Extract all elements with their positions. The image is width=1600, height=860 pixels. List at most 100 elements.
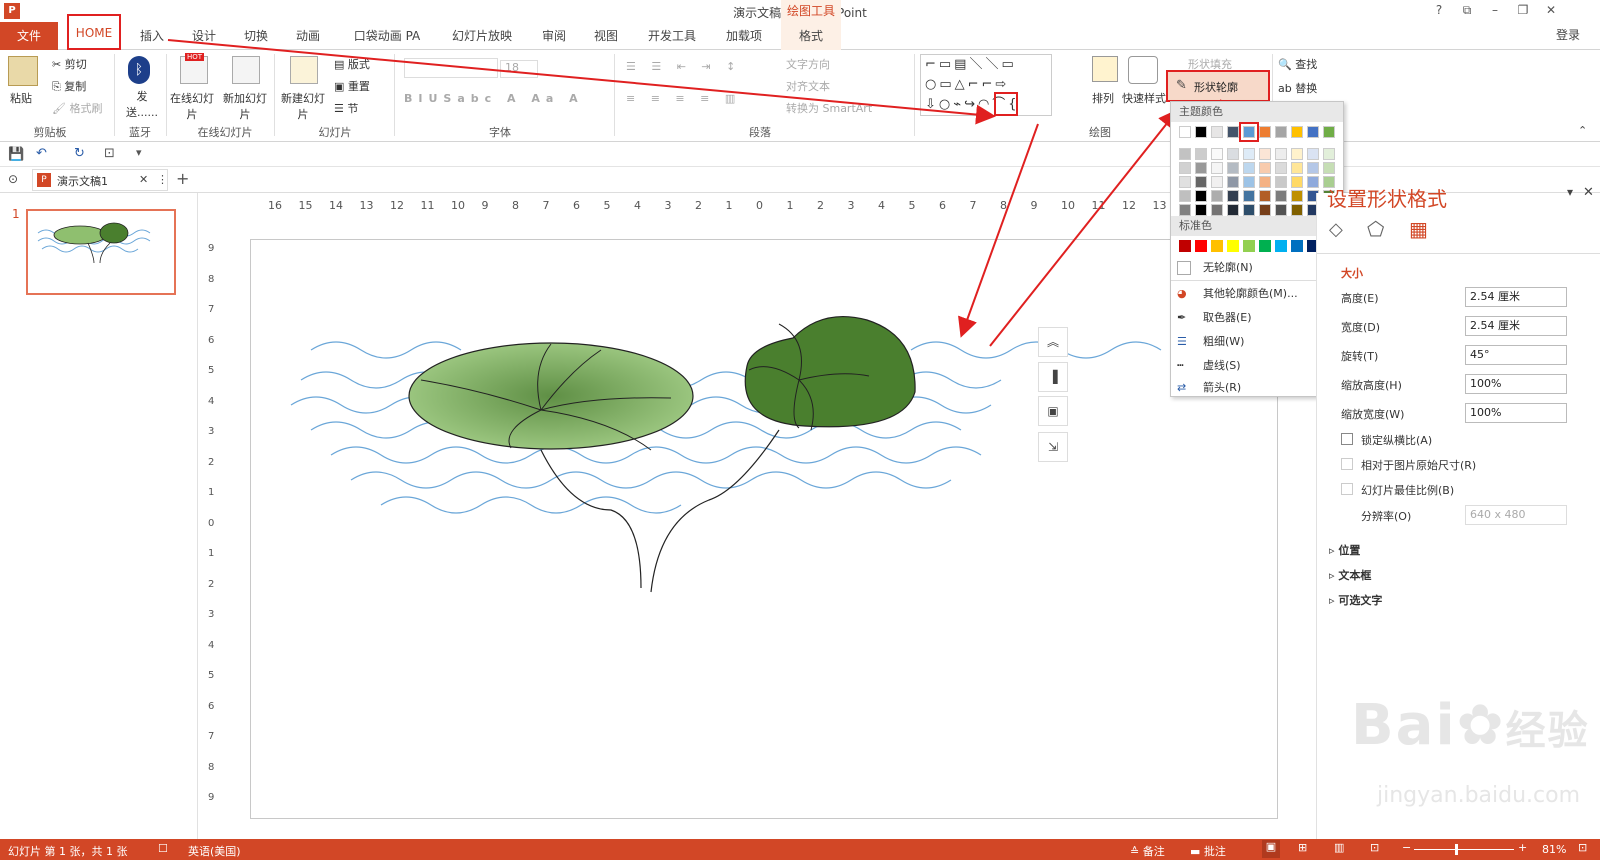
theme-color-swatch[interactable] <box>1179 176 1191 188</box>
width-field[interactable]: 2.54 厘米 <box>1465 316 1567 336</box>
theme-color-swatch[interactable] <box>1227 204 1239 216</box>
standard-color-swatch[interactable] <box>1259 240 1271 252</box>
replace-button[interactable]: ab 替换 <box>1278 80 1317 96</box>
spellcheck-icon[interactable]: ☐ <box>158 842 168 855</box>
theme-color-swatch[interactable] <box>1211 162 1223 174</box>
close-tab-icon[interactable]: ✕ <box>139 173 148 186</box>
theme-color-swatch[interactable] <box>1259 126 1271 138</box>
reset-button[interactable]: ▣ 重置 <box>334 78 370 94</box>
curve-shape-highlight[interactable] <box>994 92 1018 116</box>
theme-color-swatch[interactable] <box>1243 204 1255 216</box>
zoom-level[interactable]: 81% <box>1542 843 1566 856</box>
reading-view-icon[interactable]: ▥ <box>1334 841 1344 854</box>
theme-color-swatch[interactable] <box>1227 162 1239 174</box>
text-direction-button[interactable]: 文字方向 <box>786 56 830 72</box>
copy-button[interactable]: ⎘ 复制 <box>52 78 86 94</box>
standard-color-swatch[interactable] <box>1195 240 1207 252</box>
font-name-select[interactable] <box>404 58 498 78</box>
theme-color-swatch[interactable] <box>1211 126 1223 138</box>
alignment-buttons[interactable]: ≡ ≡ ≡ ≡ ▥ <box>626 92 741 105</box>
theme-color-swatch[interactable] <box>1307 148 1319 160</box>
paste-icon[interactable] <box>8 56 38 86</box>
relative-checkbox[interactable] <box>1341 458 1353 470</box>
bluetooth-icon[interactable]: ᛒ <box>128 56 150 84</box>
close-pane-icon[interactable]: ✕ <box>1583 185 1594 200</box>
theme-color-swatch[interactable] <box>1243 148 1255 160</box>
theme-color-swatch[interactable] <box>1323 162 1335 174</box>
tab-review[interactable]: 审阅 <box>532 22 576 50</box>
theme-color-swatch[interactable] <box>1291 126 1303 138</box>
theme-color-swatch[interactable] <box>1243 176 1255 188</box>
theme-color-swatch[interactable] <box>1291 204 1303 216</box>
standard-color-swatch[interactable] <box>1211 240 1223 252</box>
standard-color-swatch[interactable] <box>1179 240 1191 252</box>
theme-color-swatch[interactable] <box>1195 176 1207 188</box>
paste-button[interactable]: 粘贴 <box>10 90 32 106</box>
smartart-button[interactable]: 转换为 SmartArt <box>786 100 872 116</box>
layout-options-icon[interactable]: ▐ <box>1038 362 1068 392</box>
theme-color-swatch[interactable] <box>1323 126 1335 138</box>
minimize-icon[interactable]: – <box>1486 3 1504 19</box>
online-slides-icon[interactable]: HOT <box>180 53 208 84</box>
theme-color-swatch[interactable] <box>1259 190 1271 202</box>
scale-width-field[interactable]: 100% <box>1465 403 1567 423</box>
normal-view-icon[interactable]: ▣ <box>1262 840 1280 858</box>
theme-color-swatch[interactable] <box>1259 176 1271 188</box>
theme-color-swatch[interactable] <box>1307 176 1319 188</box>
standard-color-swatch[interactable] <box>1227 240 1239 252</box>
send-button[interactable]: 发送...... <box>122 88 162 120</box>
theme-color-swatch[interactable] <box>1179 126 1191 138</box>
slide-thumbnail[interactable] <box>26 209 176 295</box>
theme-color-swatch[interactable] <box>1259 204 1271 216</box>
customize-qat-icon[interactable]: ▾ <box>136 146 142 159</box>
comments-button[interactable]: ▬ 批注 <box>1190 843 1226 859</box>
theme-color-swatch[interactable] <box>1275 148 1287 160</box>
theme-color-swatch[interactable] <box>1275 176 1287 188</box>
zoom-in-icon[interactable]: + <box>1518 841 1527 854</box>
find-button[interactable]: 🔍 查找 <box>1278 56 1317 72</box>
theme-color-swatch[interactable] <box>1291 176 1303 188</box>
standard-color-swatch[interactable] <box>1243 240 1255 252</box>
textbox-section[interactable]: ▹ 文本框 <box>1329 567 1371 583</box>
zoom-slider-thumb[interactable] <box>1455 844 1458 855</box>
theme-color-swatch[interactable] <box>1243 162 1255 174</box>
theme-color-swatch[interactable] <box>1307 126 1319 138</box>
tab-slideshow[interactable]: 幻灯片放映 <box>440 22 524 50</box>
tab-developer[interactable]: 开发工具 <box>636 22 708 50</box>
theme-color-swatch[interactable] <box>1307 162 1319 174</box>
arrange-button[interactable]: 排列 <box>1092 90 1114 106</box>
theme-color-swatch[interactable] <box>1211 204 1223 216</box>
shapes-gallery[interactable]: ⌐▭▤＼＼▭ ○▭△⌐⌐⇨ ⇩○⌁↪◠⌒{ <box>920 54 1052 116</box>
theme-color-swatch[interactable] <box>1195 190 1207 202</box>
theme-color-swatch[interactable] <box>1275 190 1287 202</box>
cut-button[interactable]: ✂ 剪切 <box>52 56 87 72</box>
scale-height-field[interactable]: 100% <box>1465 374 1567 394</box>
ribbon-options-icon[interactable]: ⧉ <box>1458 3 1476 19</box>
language-status[interactable]: 英语(美国) <box>188 843 241 859</box>
shape-outline-button[interactable]: ✎ 形状轮廓 <box>1166 70 1270 102</box>
online-slides-button[interactable]: 在线幻灯片 <box>170 90 214 122</box>
theme-color-swatch[interactable] <box>1323 148 1335 160</box>
save-icon[interactable]: 💾 <box>8 147 24 162</box>
standard-color-swatch[interactable] <box>1291 240 1303 252</box>
format-painter-button[interactable]: 🖌 格式刷 <box>52 100 102 116</box>
layout-button[interactable]: ▤ 版式 <box>334 56 370 72</box>
pane-options-icon[interactable]: ▾ <box>1567 185 1573 199</box>
theme-color-swatch[interactable] <box>1211 190 1223 202</box>
section-button[interactable]: ☰ 节 <box>334 100 358 116</box>
tab-list-icon[interactable]: ⊙ <box>8 172 18 186</box>
slideshow-view-icon[interactable]: ⊡ <box>1370 841 1379 854</box>
notes-button[interactable]: ≙ 备注 <box>1130 843 1165 859</box>
add-tab-icon[interactable]: + <box>176 169 189 188</box>
close-icon[interactable]: ✕ <box>1542 3 1560 19</box>
arrange-icon[interactable] <box>1092 56 1118 82</box>
theme-color-swatch[interactable] <box>1179 204 1191 216</box>
new-slide-icon[interactable] <box>290 56 318 84</box>
tab-menu-icon[interactable]: ⋮ <box>157 173 168 186</box>
theme-color-swatch[interactable] <box>1243 190 1255 202</box>
size-properties-icon[interactable]: ▦ <box>1409 217 1428 241</box>
theme-color-swatch[interactable] <box>1259 148 1271 160</box>
tab-design[interactable]: 设计 <box>182 22 226 50</box>
theme-color-swatch[interactable] <box>1291 162 1303 174</box>
redo-icon[interactable]: ↻ <box>74 146 85 161</box>
